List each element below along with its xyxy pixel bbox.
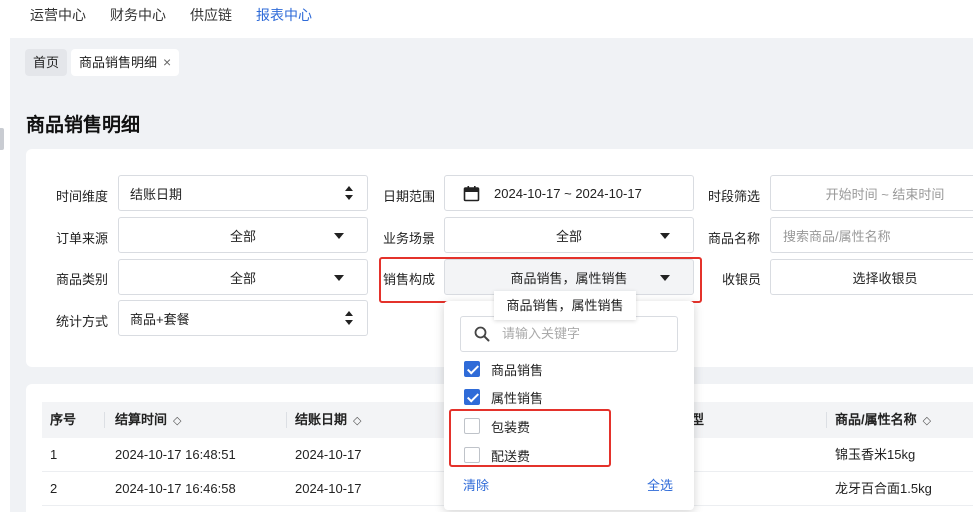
caret-down-icon [334,275,344,281]
checkbox-checked[interactable] [464,389,480,405]
nav-item-operations[interactable]: 运营中心 [30,0,86,30]
dropdown-search-input[interactable]: 请输入关键字 [460,316,678,352]
cell-checkout-date: 2024-10-17 [295,447,362,462]
sort-icon[interactable]: ◇ [353,415,361,427]
date-range-label: 日期范围 [383,189,436,204]
column-header-product-name[interactable]: 商品/属性名称 ◇ [835,402,931,438]
order-source-value: 全部 [229,228,256,244]
page-tabs: 首页 商品销售明细 × [25,49,180,76]
cell-index: 2 [50,481,58,496]
time-dimension-value: 结账日期 [130,186,183,202]
sales-composition-dropdown: 请输入关键字 商品销售 属性销售 包装费 配送费 清除 全选 [444,301,694,510]
cell-product-name: 龙牙百合面1.5kg [835,481,932,496]
order-source-label: 订单来源 [56,231,109,246]
business-scene-label: 业务场景 [383,231,436,246]
caret-down-icon [660,233,670,239]
nav-item-finance[interactable]: 财务中心 [110,0,166,30]
cashier-select[interactable]: 选择收银员 [770,259,973,295]
dropdown-search-placeholder: 请输入关键字 [502,326,581,341]
stat-method-value: 商品+套餐 [130,311,190,327]
option-label: 商品销售 [491,362,544,378]
column-divider [826,412,827,428]
time-dimension-select[interactable]: 结账日期 [118,175,368,211]
checkbox-checked[interactable] [464,361,480,377]
time-slot-placeholder: 开始时间 ~ 结束时间 [825,186,945,202]
product-name-placeholder: 搜索商品/属性名称 [783,228,891,244]
tab-product-sales-detail[interactable]: 商品销售明细 × [71,49,180,76]
column-header-checkout-date[interactable]: 结账日期 ◇ [295,402,361,438]
sidebar-toggle-handle[interactable] [0,128,4,150]
option-product-sales[interactable]: 商品销售 [464,358,543,380]
column-divider [104,412,105,428]
product-name-input[interactable]: 搜索商品/属性名称 [770,217,973,253]
tab-current-label: 商品销售明细 [79,55,158,70]
annotation-highlight-unchecked-options [449,409,611,467]
column-header-settle-time[interactable]: 结算时间 ◇ [115,402,181,438]
cell-settle-time: 2024-10-17 16:46:58 [115,481,236,496]
product-name-label: 商品名称 [708,231,761,246]
sales-composition-tooltip: 商品销售，属性销售 [494,291,636,320]
option-label: 属性销售 [491,390,544,406]
option-attribute-sales[interactable]: 属性销售 [464,386,543,408]
cell-product-name: 锦玉香米15kg [835,447,916,462]
sort-icon[interactable]: ◇ [923,415,931,427]
cell-settle-time: 2024-10-17 16:48:51 [115,447,236,462]
nav-item-supply-chain[interactable]: 供应链 [190,0,232,30]
product-category-select[interactable]: 全部 [118,259,368,295]
close-icon[interactable]: × [163,49,171,76]
business-scene-value: 全部 [555,228,582,244]
stat-method-select[interactable]: 商品+套餐 [118,300,368,336]
stat-method-label: 统计方式 [56,314,109,329]
time-slot-picker[interactable]: 开始时间 ~ 结束时间 [770,175,973,211]
cashier-label: 收银员 [722,272,762,287]
time-dimension-label: 时间维度 [56,189,109,204]
product-category-label: 商品类别 [56,272,109,287]
column-header-settle-time-label: 结算时间 [115,412,168,427]
calendar-icon [463,185,480,201]
product-category-value: 全部 [229,270,256,286]
page-title: 商品销售明细 [26,115,141,136]
cell-index: 1 [50,447,58,462]
cell-checkout-date: 2024-10-17 [295,481,362,496]
caret-down-icon [334,233,344,239]
date-range-value: 2024-10-17 ~ 2024-10-17 [494,185,642,201]
tab-home[interactable]: 首页 [25,49,68,76]
column-header-index: 序号 [50,412,77,427]
column-header-checkout-date-label: 结账日期 [295,412,348,427]
column-divider [286,412,287,428]
time-slot-label: 时段筛选 [708,189,761,204]
sidebar-collapsed [0,38,10,512]
column-header-product-name-label: 商品/属性名称 [835,412,917,427]
business-scene-select[interactable]: 全部 [444,217,694,253]
tab-home-label: 首页 [33,55,60,70]
search-icon [474,326,490,342]
clear-button[interactable]: 清除 [463,475,489,494]
top-nav: 运营中心 财务中心 供应链 报表中心 [0,0,973,38]
select-arrows-icon [345,311,355,327]
select-all-button[interactable]: 全选 [647,475,673,494]
sort-icon[interactable]: ◇ [173,415,181,427]
date-range-picker[interactable]: 2024-10-17 ~ 2024-10-17 [444,175,694,211]
nav-item-reports[interactable]: 报表中心 [256,0,312,30]
select-arrows-icon [345,186,355,202]
cashier-value: 选择收银员 [852,270,918,286]
order-source-select[interactable]: 全部 [118,217,368,253]
